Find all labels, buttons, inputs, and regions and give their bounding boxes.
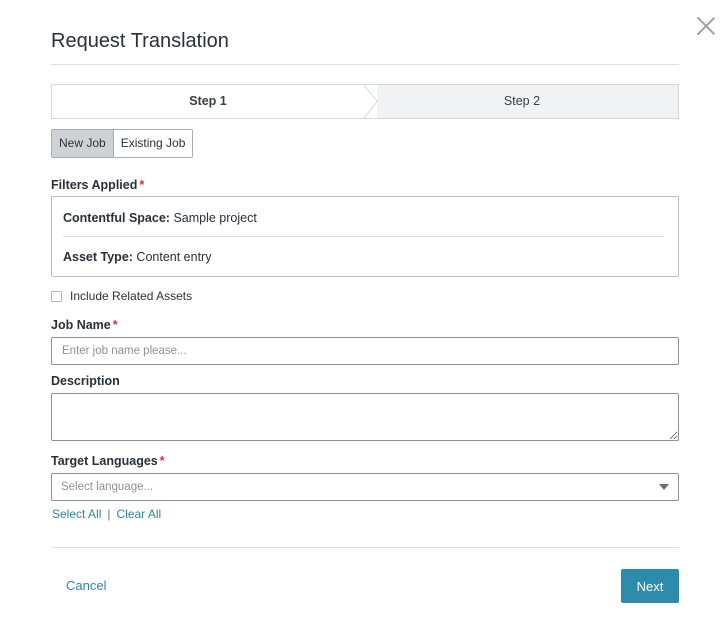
step-2-label[interactable]: Step 2 bbox=[392, 94, 652, 108]
select-all-link[interactable]: Select All bbox=[52, 507, 101, 521]
filter-divider bbox=[63, 236, 664, 237]
step-1[interactable]: Step 1 bbox=[52, 85, 377, 118]
step-indicator: Step 1 Step 2 bbox=[51, 84, 679, 119]
job-type-toggle: New Job Existing Job bbox=[51, 129, 194, 158]
description-textarea[interactable] bbox=[51, 393, 679, 441]
filter-key: Contentful Space: bbox=[63, 211, 170, 225]
select-placeholder: Select language... bbox=[61, 481, 154, 493]
required-mark: * bbox=[112, 318, 118, 332]
include-related-label[interactable]: Include Related Assets bbox=[70, 289, 192, 303]
step-1-label: Step 1 bbox=[189, 94, 227, 108]
clear-all-link[interactable]: Clear All bbox=[116, 507, 161, 521]
filter-key: Asset Type: bbox=[63, 250, 133, 264]
language-bulk-links: Select All | Clear All bbox=[52, 507, 161, 521]
required-mark: * bbox=[139, 178, 145, 192]
chevron-down-icon bbox=[659, 484, 669, 490]
footer-divider bbox=[51, 547, 679, 548]
include-related-row: Include Related Assets bbox=[51, 289, 192, 303]
link-separator: | bbox=[107, 507, 111, 521]
existing-job-button[interactable]: Existing Job bbox=[112, 130, 193, 157]
title-divider bbox=[51, 64, 679, 65]
filter-value: Content entry bbox=[136, 250, 212, 264]
target-language-select[interactable]: Select language... bbox=[51, 473, 679, 501]
job-name-input[interactable] bbox=[51, 337, 679, 365]
required-mark: * bbox=[159, 454, 165, 468]
cancel-button[interactable]: Cancel bbox=[66, 578, 106, 593]
filter-row-asset-type: Asset Type: Content entry bbox=[63, 250, 211, 264]
filters-box: Contentful Space: Sample project Asset T… bbox=[51, 196, 679, 277]
next-button[interactable]: Next bbox=[621, 569, 679, 603]
filter-row-space: Contentful Space: Sample project bbox=[63, 211, 257, 225]
job-name-label: Job Name * bbox=[51, 318, 118, 332]
target-languages-label: Target Languages * bbox=[51, 454, 165, 468]
dialog-title: Request Translation bbox=[51, 30, 229, 52]
include-related-checkbox[interactable] bbox=[51, 290, 62, 302]
description-label: Description bbox=[51, 374, 120, 388]
new-job-button[interactable]: New Job bbox=[52, 130, 113, 157]
close-icon[interactable] bbox=[694, 14, 718, 38]
filter-value: Sample project bbox=[173, 211, 257, 225]
filters-applied-label: Filters Applied * bbox=[51, 178, 145, 192]
